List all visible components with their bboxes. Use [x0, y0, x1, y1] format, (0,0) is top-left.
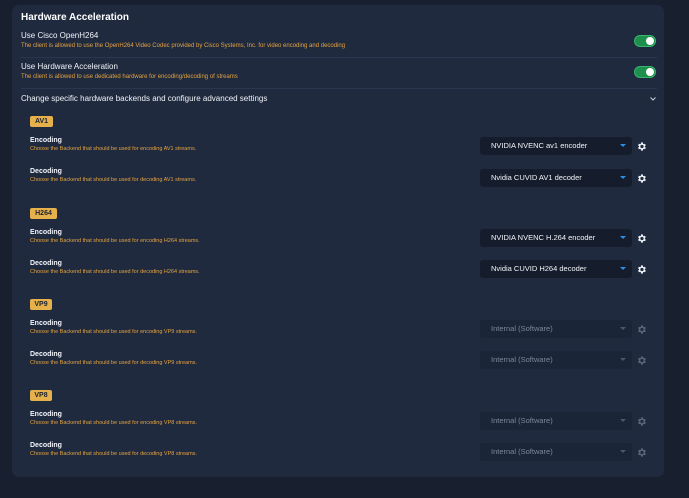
setting-openh264-title: Use Cisco OpenH264: [21, 31, 99, 40]
gear-icon[interactable]: [636, 173, 647, 184]
divider: [21, 57, 657, 58]
h264-encoding-desc: Choose the Backend that should be used f…: [30, 238, 200, 244]
setting-openh264: Use Cisco OpenH264 The client is allowed…: [21, 31, 345, 49]
gear-icon[interactable]: [636, 141, 647, 152]
h264-decoding-title: Decoding: [30, 260, 62, 267]
vp8-encoder-select[interactable]: Internal (Software): [480, 412, 632, 430]
caret-down-icon: [620, 450, 626, 453]
chevron-down-icon: [649, 95, 657, 103]
setting-openh264-desc: The client is allowed to use the OpenH26…: [21, 43, 346, 49]
h264-encoder-select[interactable]: NVIDIA NVENC H.264 encoder: [480, 229, 632, 247]
select-value: NVIDIA NVENC H.264 encoder: [491, 233, 596, 242]
toggle-knob: [646, 37, 654, 45]
vp8-encoding-row: Encoding Choose the Backend that should …: [30, 411, 197, 426]
openh264-toggle[interactable]: [634, 35, 656, 47]
av1-decoding-desc: Choose the Backend that should be used f…: [30, 177, 197, 183]
codec-badge-vp9: VP9: [30, 299, 52, 310]
gear-icon[interactable]: [636, 233, 647, 244]
h264-decoding-desc: Choose the Backend that should be used f…: [30, 269, 200, 275]
toggle-knob: [646, 68, 654, 76]
vp8-decoding-row: Decoding Choose the Backend that should …: [30, 442, 197, 457]
vp9-decoder-select[interactable]: Internal (Software): [480, 351, 632, 369]
vp9-decoding-row: Decoding Choose the Backend that should …: [30, 351, 197, 366]
select-value: Internal (Software): [491, 447, 553, 456]
select-value: Internal (Software): [491, 324, 553, 333]
advanced-settings-expander[interactable]: Change specific hardware backends and co…: [21, 93, 657, 105]
select-value: Nvidia CUVID AV1 decoder: [491, 173, 582, 182]
setting-hw-accel: Use Hardware Acceleration The client is …: [21, 62, 238, 80]
setting-hw-accel-desc: The client is allowed to use dedicated h…: [21, 74, 238, 80]
select-value: NVIDIA NVENC av1 encoder: [491, 141, 588, 150]
caret-down-icon: [620, 358, 626, 361]
vp8-decoding-title: Decoding: [30, 442, 62, 449]
caret-down-icon: [620, 327, 626, 330]
panel-title: Hardware Acceleration: [21, 12, 130, 23]
av1-decoder-select[interactable]: Nvidia CUVID AV1 decoder: [480, 169, 632, 187]
gear-icon[interactable]: [636, 355, 647, 366]
select-value: Internal (Software): [491, 355, 553, 364]
vp9-decoding-title: Decoding: [30, 351, 62, 358]
caret-down-icon: [620, 236, 626, 239]
hardware-acceleration-panel: Hardware Acceleration Use Cisco OpenH264…: [12, 5, 664, 477]
av1-encoding-desc: Choose the Backend that should be used f…: [30, 146, 197, 152]
caret-down-icon: [620, 419, 626, 422]
av1-encoding-row: Encoding Choose the Backend that should …: [30, 137, 196, 152]
gear-icon[interactable]: [636, 416, 647, 427]
vp8-encoding-title: Encoding: [30, 411, 62, 418]
vp8-decoder-select[interactable]: Internal (Software): [480, 443, 632, 461]
vp9-decoding-desc: Choose the Backend that should be used f…: [30, 360, 197, 366]
codec-badge-av1: AV1: [30, 116, 53, 127]
h264-encoding-title: Encoding: [30, 229, 62, 236]
divider: [21, 88, 657, 89]
select-value: Internal (Software): [491, 416, 553, 425]
gear-icon[interactable]: [636, 264, 647, 275]
av1-decoding-title: Decoding: [30, 168, 62, 175]
av1-encoding-title: Encoding: [30, 137, 62, 144]
vp9-encoding-desc: Choose the Backend that should be used f…: [30, 329, 197, 335]
caret-down-icon: [620, 267, 626, 270]
vp8-encoding-desc: Choose the Backend that should be used f…: [30, 420, 197, 426]
caret-down-icon: [620, 176, 626, 179]
caret-down-icon: [620, 144, 626, 147]
av1-encoder-select[interactable]: NVIDIA NVENC av1 encoder: [480, 137, 632, 155]
advanced-settings-label: Change specific hardware backends and co…: [21, 94, 268, 103]
hw-accel-toggle[interactable]: [634, 66, 656, 78]
gear-icon[interactable]: [636, 324, 647, 335]
vp9-encoding-row: Encoding Choose the Backend that should …: [30, 320, 197, 335]
select-value: Nvidia CUVID H264 decoder: [491, 264, 587, 273]
h264-decoder-select[interactable]: Nvidia CUVID H264 decoder: [480, 260, 632, 278]
codec-badge-vp8: VP8: [30, 390, 52, 401]
vp9-encoding-title: Encoding: [30, 320, 62, 327]
vp9-encoder-select[interactable]: Internal (Software): [480, 320, 632, 338]
h264-decoding-row: Decoding Choose the Backend that should …: [30, 260, 200, 275]
setting-hw-accel-title: Use Hardware Acceleration: [21, 62, 118, 71]
vp8-decoding-desc: Choose the Backend that should be used f…: [30, 451, 197, 457]
av1-decoding-row: Decoding Choose the Backend that should …: [30, 168, 196, 183]
gear-icon[interactable]: [636, 447, 647, 458]
codec-badge-h264: H264: [30, 208, 57, 219]
h264-encoding-row: Encoding Choose the Backend that should …: [30, 229, 200, 244]
